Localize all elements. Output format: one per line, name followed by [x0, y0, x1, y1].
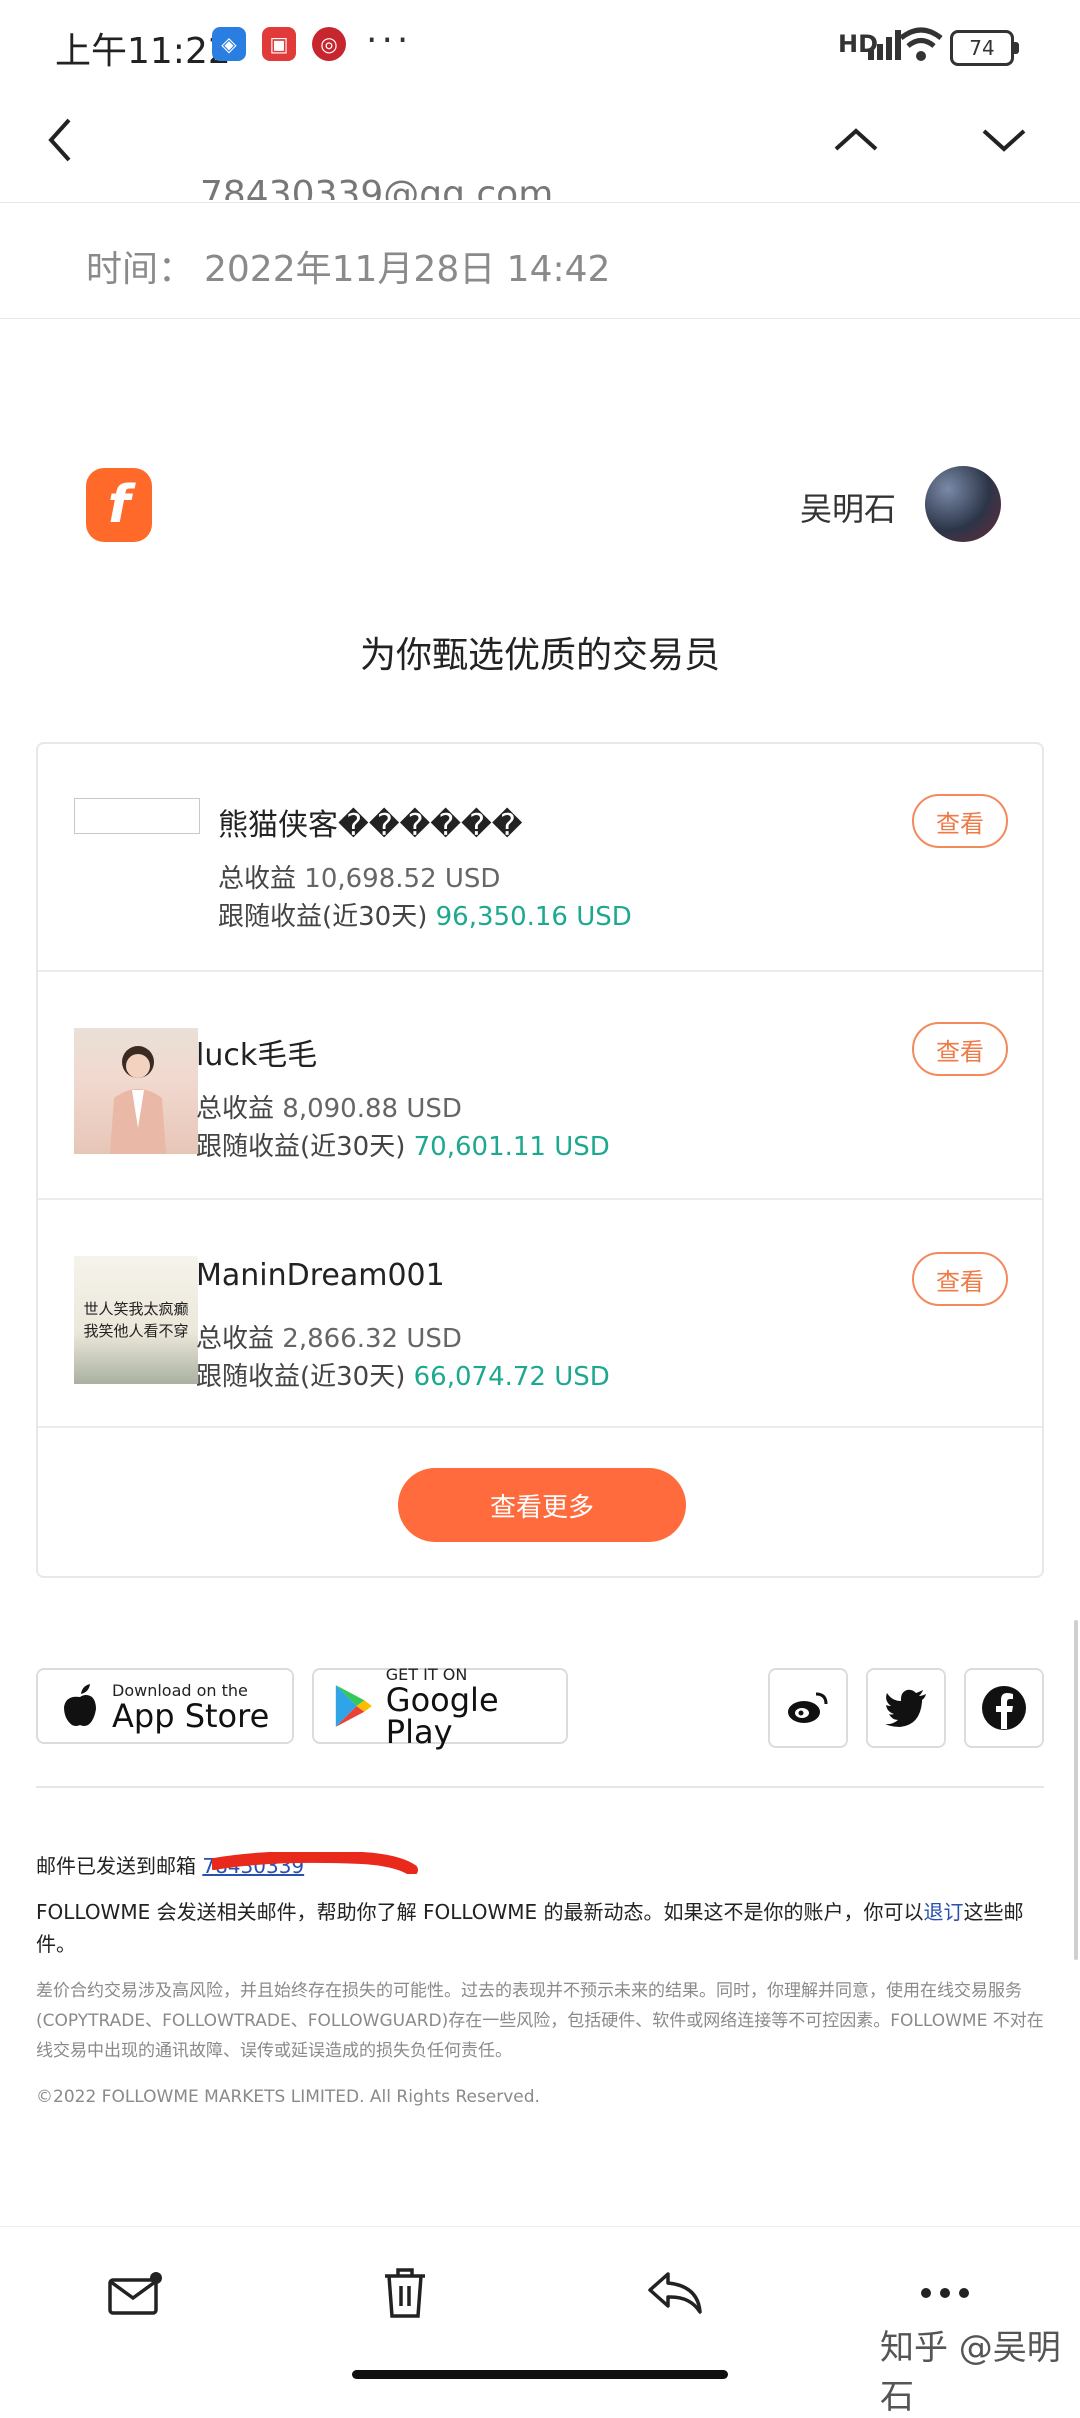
app-notification-icon: ◈ [212, 27, 246, 61]
sent-to-label: 邮件已发送到邮箱 [36, 1854, 196, 1878]
follow-profit-label: 跟随收益(近30天) [218, 902, 428, 932]
unsubscribe-link[interactable]: 退订 [924, 1900, 964, 1924]
weibo-button[interactable] [768, 1668, 848, 1748]
delete-button[interactable] [370, 2258, 440, 2328]
row-divider [38, 1426, 1042, 1428]
reply-button[interactable] [640, 2258, 710, 2328]
followme-logo: f [86, 468, 152, 542]
total-profit: 总收益 2,866.32 USD [196, 1318, 462, 1355]
facebook-button[interactable] [964, 1668, 1044, 1748]
back-button[interactable] [30, 110, 90, 170]
follow-profit: 跟随收益(近30天) 96,350.16 USD [218, 896, 632, 933]
view-trader-button[interactable]: 查看 [912, 794, 1008, 848]
app-store-badge[interactable]: Download on the App Store [36, 1668, 294, 1744]
time-label: 时间： [86, 249, 195, 290]
scrollbar[interactable] [1074, 1620, 1078, 1960]
more-dots-icon [921, 2288, 969, 2298]
view-more-button[interactable]: 查看更多 [398, 1468, 686, 1542]
more-actions-button[interactable] [910, 2258, 980, 2328]
total-profit-label: 总收益 [196, 1324, 275, 1354]
wifi-icon [899, 27, 943, 61]
app-store-big-text: App Store [112, 1696, 270, 1735]
view-trader-button[interactable]: 查看 [912, 1252, 1008, 1306]
total-profit: 总收益 10,698.52 USD [218, 858, 500, 895]
trader-name: ManinDream001 [196, 1258, 445, 1293]
total-profit-label: 总收益 [196, 1094, 275, 1124]
view-trader-button[interactable]: 查看 [912, 1022, 1008, 1076]
app-notification-icon-3: ◎ [312, 27, 346, 61]
row-divider [38, 970, 1042, 972]
previous-mail-button[interactable] [826, 110, 886, 170]
meta-divider [0, 318, 1080, 319]
total-profit: 总收益 8,090.88 USD [196, 1088, 462, 1125]
google-play-icon [335, 1685, 372, 1727]
trader-avatar-poster: 世人笑我太疯癫 我笑他人看不穿 [74, 1256, 198, 1384]
chevron-down-icon [982, 129, 1026, 152]
notice-text-1: FOLLOWME 会发送相关邮件，帮助你了解 FOLLOWME 的最新动态。如果… [36, 1900, 924, 1924]
status-time: 上午11:22 [55, 31, 231, 72]
notice-paragraph: FOLLOWME 会发送相关邮件，帮助你了解 FOLLOWME 的最新动态。如果… [36, 1896, 1046, 1960]
mark-unread-button[interactable] [100, 2258, 170, 2328]
google-play-badge[interactable]: GET IT ON Google Play [312, 1665, 568, 1748]
twitter-button[interactable] [866, 1668, 946, 1748]
total-profit-label: 总收益 [218, 864, 297, 894]
chevron-up-icon [834, 128, 878, 151]
follow-profit-value: 70,601.11 USD [413, 1132, 610, 1162]
poster-text-line: 世人笑我太疯癫 [83, 1300, 189, 1318]
follow-profit-label: 跟随收益(近30天) [196, 1132, 406, 1162]
row-divider [38, 1198, 1042, 1200]
redaction-mark [212, 1852, 418, 1874]
nav-divider [0, 202, 1080, 203]
trader-avatar-broken-image [74, 798, 200, 834]
home-indicator[interactable] [352, 2370, 728, 2379]
total-profit-value: 8,090.88 USD [282, 1094, 462, 1124]
battery-icon: 74 [950, 30, 1019, 66]
follow-profit-value: 66,074.72 USD [413, 1362, 610, 1392]
more-notifications-icon: ··· [366, 20, 413, 61]
twitter-icon [885, 1689, 926, 1727]
app-notification-icon-2: ▣ [262, 27, 296, 61]
next-mail-button[interactable] [974, 110, 1034, 170]
total-profit-value: 2,866.32 USD [282, 1324, 462, 1354]
trader-avatar-photo [74, 1028, 198, 1154]
reply-icon [648, 2272, 702, 2314]
trader-name: luck毛毛 [196, 1038, 318, 1073]
user-name: 吴明石 [800, 490, 897, 528]
trash-icon [385, 2268, 425, 2318]
facebook-icon [982, 1686, 1026, 1730]
trader-name: 熊猫侠客������ [218, 808, 523, 843]
copyright: ©2022 FOLLOWME MARKETS LIMITED. All Righ… [36, 2087, 540, 2107]
time-value: 2022年11月28日 14:42 [204, 249, 611, 290]
follow-profit: 跟随收益(近30天) 66,074.72 USD [196, 1356, 610, 1393]
weibo-icon [788, 1692, 828, 1723]
section-title: 为你甄选优质的交易员 [359, 635, 720, 676]
sender-email: 78430339@qq.com [200, 174, 554, 200]
poster-text-line: 我笑他人看不穿 [83, 1322, 189, 1340]
google-play-big-text: Google Play [385, 1680, 499, 1751]
watermark: 知乎 @吴明石 [880, 2328, 1061, 2417]
avatar [925, 466, 1001, 542]
follow-profit-value: 96,350.16 USD [435, 902, 632, 932]
person-photo-icon [110, 1046, 166, 1154]
footer-divider [36, 1786, 1044, 1788]
chevron-left-icon [48, 118, 71, 162]
mail-unread-icon [108, 2272, 162, 2315]
apple-icon [64, 1684, 96, 1726]
follow-profit-label: 跟随收益(近30天) [196, 1362, 406, 1392]
total-profit-value: 10,698.52 USD [304, 864, 501, 894]
risk-disclaimer: 差价合约交易涉及高风险，并且始终存在损失的可能性。过去的表现并不预示未来的结果。… [36, 1981, 1044, 2061]
status-bar: 上午11:22 ◈ ▣ ◎ ··· HD 74 [0, 0, 1080, 90]
follow-profit: 跟随收益(近30天) 70,601.11 USD [196, 1126, 610, 1163]
